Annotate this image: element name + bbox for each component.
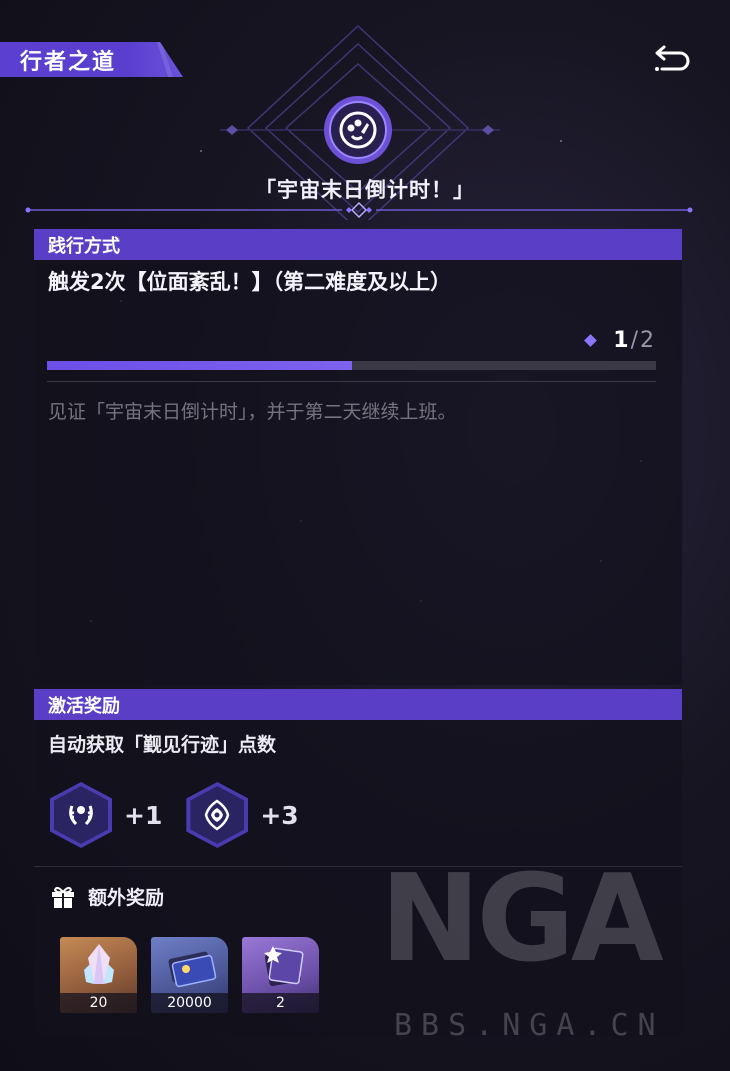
reward-section-header: 激活奖励: [34, 689, 682, 720]
crystal-item[interactable]: 20: [60, 937, 137, 1013]
progress-total: 2: [640, 328, 654, 353]
requirement-section-label: 践行方式: [48, 235, 120, 257]
reward-section-label: 激活奖励: [48, 695, 120, 717]
point-laurel: +1: [50, 782, 162, 848]
festival-emblem-icon: [339, 111, 377, 149]
extra-divider: [34, 866, 682, 867]
diamond-icon: [584, 334, 598, 347]
point-laurel-value: +1: [124, 800, 163, 830]
point-eye-value: +3: [260, 800, 299, 830]
progress-bar-fill: [47, 361, 352, 370]
pass-card-item-count: 2: [242, 993, 319, 1013]
title-divider: [25, 202, 693, 218]
gift-icon: [52, 886, 74, 908]
crystal-icon: [83, 944, 114, 984]
credit-card-item[interactable]: 20000: [151, 937, 228, 1013]
requirement-description: 见证「宇宙末日倒计时」，并于第二天继续上班。: [48, 401, 457, 423]
requirement-section-header: 践行方式: [34, 229, 682, 260]
extra-reward-items: 20 20000 2: [60, 937, 319, 1013]
progress-current: 1: [613, 328, 629, 353]
pass-card-item[interactable]: 2: [242, 937, 319, 1013]
progress-bar: [47, 361, 656, 370]
extra-reward-label: 额外奖励: [88, 887, 165, 909]
requirement-divider: [47, 381, 656, 382]
progress-separator: /: [630, 328, 638, 353]
reward-description: 自动获取「觐见行迹」点数: [48, 734, 277, 756]
point-eye: +3: [186, 782, 299, 848]
laurel-icon: [69, 805, 93, 826]
credit-card-item-count: 20000: [151, 993, 228, 1013]
eye-sigil-icon: [205, 799, 230, 831]
progress-counter: 1/2: [584, 328, 654, 353]
crystal-item-count: 20: [60, 993, 137, 1013]
extra-reward-header: 额外奖励: [50, 883, 164, 910]
requirement-text: 触发2次【位面紊乱！】（第二难度及以上）: [48, 270, 452, 294]
achievement-title: 「宇宙末日倒计时！」: [255, 178, 475, 202]
credit-card-icon: [168, 951, 216, 988]
requirement-panel: [34, 230, 682, 685]
pass-card-icon: [263, 946, 303, 987]
reward-points: +1 +3: [50, 782, 323, 848]
